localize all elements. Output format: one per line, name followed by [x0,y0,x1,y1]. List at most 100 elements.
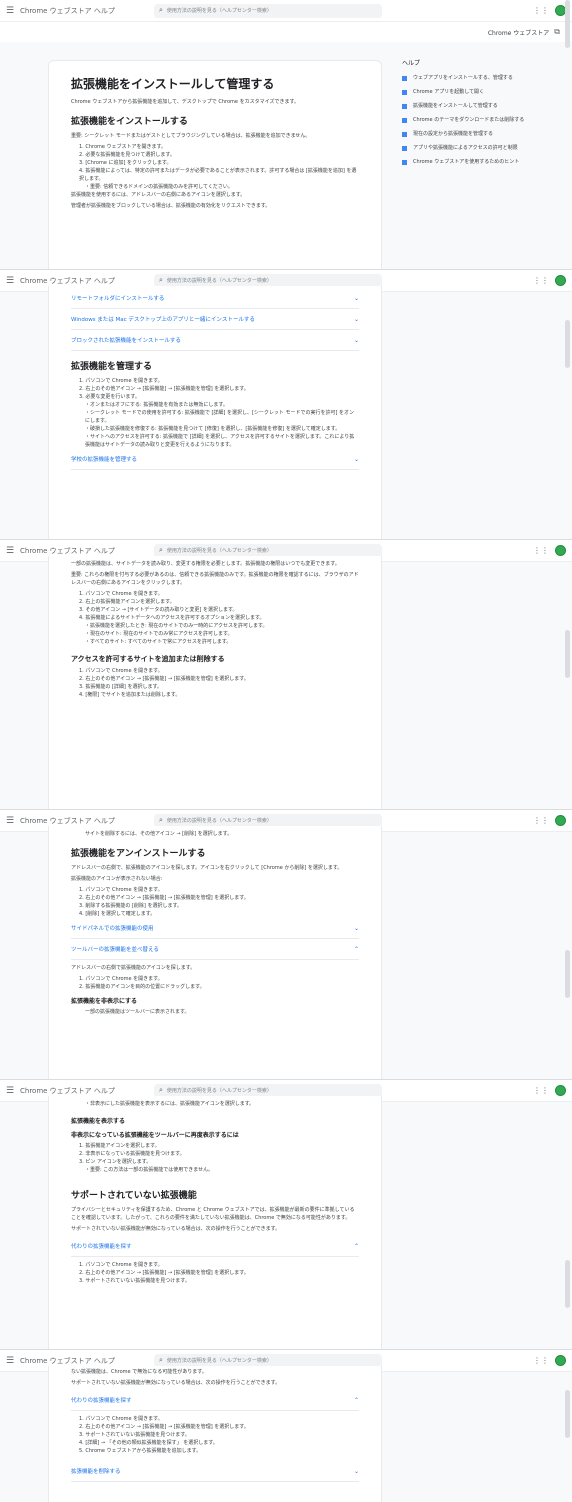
step: 2. 右上のその他アイコン → [拡張機能] → [拡張機能を管理] を選択しま… [79,386,249,392]
avatar[interactable] [555,275,566,286]
sidebar-title: ヘルプ [402,60,421,67]
expander[interactable]: サイドパネルでの拡張機能の使用 ⌄ [71,918,359,939]
sub-step: ・非表示にした拡張機能を表示するには、拡張機能アイコンを選択します。 [85,1101,255,1107]
step: 4. 拡張機能によっては、特定の許可またはデータが必要であることが表示されます。… [79,168,357,182]
sub-step: ・オンまたはオフにする: 拡張機能を有効または無効にします。 [85,402,228,408]
doc-icon [402,118,407,123]
sidebar-item[interactable]: 拡張機能をインストールして管理する [402,103,532,110]
search-placeholder: 使用方法の説明を見る（ヘルプセンター検索） [166,1358,272,1364]
menu-icon[interactable]: ☰ [6,1086,16,1096]
step: 3. サポートされていない拡張機能を見つけます。 [79,1278,190,1284]
sub-step: ・重要: この方法は一部の拡張機能では使用できません。 [85,1167,214,1173]
step: 3. 拡張機能の [詳細] を選択します。 [79,684,162,690]
frame-2: ☰ Chrome ウェブストア ヘルプ ⌕ 使用方法の説明を見る（ヘルプセンター… [0,270,572,540]
top-bar: ☰ Chrome ウェブストア ヘルプ ⌕ 使用方法の説明を見る（ヘルプセンター… [0,0,572,22]
menu-icon[interactable]: ☰ [6,276,16,286]
menu-icon[interactable]: ☰ [6,546,16,556]
step: 2. 右上の拡張機能アイコンを選択します。 [79,599,175,605]
expander[interactable]: リモートフォルダにインストールする ⌄ [71,288,359,309]
chevron-down-icon: ⌄ [353,315,359,323]
search-icon: ⌕ [159,816,163,824]
section-heading: 拡張機能をインストールする [71,117,188,127]
step: 1. パソコンで Chrome を開きます。 [79,1262,163,1268]
scrollbar[interactable] [565,0,570,48]
apps-icon[interactable]: ⋮⋮ [533,546,549,555]
sidebar-item[interactable]: 現在の設定から拡張機能を管理する [402,131,532,138]
avatar[interactable] [555,1355,566,1366]
breadcrumb-link[interactable]: Chrome ウェブストア [488,28,549,37]
expander[interactable]: Windows または Mac デスクトップ上のアプリと一緒にインストールする ⌄ [71,309,359,330]
search-placeholder: 使用方法の説明を見る（ヘルプセンター検索） [166,1088,272,1094]
step: 1. パソコンで Chrome を開きます。 [79,668,163,674]
step: 1. パソコンで Chrome を開きます。 [79,1416,163,1422]
avatar[interactable] [555,1085,566,1096]
avatar[interactable] [555,815,566,826]
sidebar-item[interactable]: アプリや拡張機能によるアクセスの許可と制限 [402,145,532,152]
frame-4: ☰ Chrome ウェブストア ヘルプ ⌕ 使用方法の説明を見る（ヘルプセンター… [0,810,572,1080]
note-text: 重要: これらの権限を付与する必要があるのは、信頼できる拡張機能のみです。拡張機… [71,572,359,586]
app-title[interactable]: Chrome ウェブストア ヘルプ [20,1356,140,1366]
apps-icon[interactable]: ⋮⋮ [533,6,549,15]
step: 1. パソコンで Chrome を開きます。 [79,378,163,384]
app-title[interactable]: Chrome ウェブストア ヘルプ [20,816,140,826]
article-card: ・非表示にした拡張機能を表示するには、拡張機能アイコンを選択します。 拡張機能を… [48,1096,382,1349]
search-icon: ⌕ [159,276,163,284]
step: 3. 必要な変更を行います。 [79,394,140,400]
step: 2. 右上のその他アイコン → [拡張機能] → [拡張機能を管理] を選択しま… [79,1424,249,1430]
body-text: プライバシーとセキュリティを保護するため、Chrome と Chrome ウェブ… [71,1207,355,1221]
apps-icon[interactable]: ⋮⋮ [533,1356,549,1365]
app-title[interactable]: Chrome ウェブストア ヘルプ [20,276,140,286]
search-input[interactable]: ⌕ 使用方法の説明を見る（ヘルプセンター検索） [154,3,382,18]
expander[interactable]: 代わりの拡張機能を探す ⌃ [71,1390,359,1411]
body-text: アドレスバーの右側で拡張機能のアイコンを探します。 [71,965,196,971]
body-text: 一部の拡張機能は、サイトデータを読み取り、変更する権限を必要とします。拡張機能の… [71,561,340,567]
sidebar-item[interactable]: Chrome のテーマをダウンロードまたは削除する [402,117,532,124]
chevron-down-icon: ⌄ [353,294,359,302]
scrollbar[interactable] [565,1260,570,1308]
scrollbar[interactable] [565,1390,570,1438]
step: 2. 右上のその他アイコン → [拡張機能] → [拡張機能を管理] を選択しま… [79,676,249,682]
subsection-heading: アクセスを許可するサイトを追加または削除する [71,655,225,663]
section-heading: 拡張機能をアンインストールする [71,849,206,859]
sidebar-item[interactable]: ウェブアプリをインストールする、管理する [402,75,532,82]
expander[interactable]: 代わりの拡張機能を探す ⌃ [71,1236,359,1257]
doc-icon [402,104,407,109]
step: 3. サポートされていない拡張機能を見つけます。 [79,1432,190,1438]
body-text: 拡張機能のアイコンが表示されない場合: [71,876,163,882]
sub-step: ・重要: 信頼できるドメインの拡張機能のみを許可してください。 [85,184,233,190]
sub-step: ・すべてのサイト: すべてのサイトで常にアクセスを許可します。 [85,639,232,645]
app-title[interactable]: Chrome ウェブストア ヘルプ [20,546,140,556]
sidebar-item[interactable]: Chrome ウェブストアを使用するためのヒント [402,159,532,166]
article-card: リモートフォルダにインストールする ⌄ Windows または Mac デスクトッ… [48,286,382,539]
expander[interactable]: ツールバーの拡張機能を並べ替える ⌃ [71,939,359,960]
menu-icon[interactable]: ☰ [6,1356,16,1366]
app-title[interactable]: Chrome ウェブストア ヘルプ [20,1086,140,1096]
menu-icon[interactable]: ☰ [6,6,16,16]
sub-step: ・サイトへのアクセスを許可する: 拡張機能で [詳細] を選択し、アクセスを許可… [85,434,355,448]
scrollbar[interactable] [565,630,570,678]
apps-icon[interactable]: ⋮⋮ [533,816,549,825]
apps-icon[interactable]: ⋮⋮ [533,276,549,285]
step: 3. 削除する拡張機能の [削除] を選択します。 [79,903,182,909]
page-title: 拡張機能をインストールして管理する [71,77,275,91]
help-sidebar: ヘルプ ウェブアプリをインストールする、管理する Chrome アプリを起動して… [402,58,532,173]
body-text: サポートされていない拡張機能が無効になっている場合は、次の操作を行うことができま… [71,1226,281,1232]
expander[interactable]: 学校の拡張機能を管理する ⌄ [71,449,359,470]
expander[interactable]: 拡張機能を削除する ⌄ [71,1461,359,1482]
search-icon: ⌕ [159,6,163,14]
scrollbar[interactable] [565,320,570,368]
sidebar-item[interactable]: Chrome アプリを起動して開く [402,89,532,96]
open-external-icon[interactable]: ⧉ [554,27,560,37]
step: 1. 拡張機能アイコンを選択します。 [79,1143,160,1149]
search-placeholder: 使用方法の説明を見る（ヘルプセンター検索） [166,818,272,824]
search-placeholder: 使用方法の説明を見る（ヘルプセンター検索） [166,548,272,554]
apps-icon[interactable]: ⋮⋮ [533,1086,549,1095]
frame-6: ☰ Chrome ウェブストア ヘルプ ⌕ 使用方法の説明を見る（ヘルプセンター… [0,1350,572,1502]
avatar[interactable] [555,545,566,556]
scrollbar[interactable] [565,950,570,998]
search-placeholder: 使用方法の説明を見る（ヘルプセンター検索） [166,8,272,14]
menu-icon[interactable]: ☰ [6,816,16,826]
app-title[interactable]: Chrome ウェブストア ヘルプ [20,6,140,16]
expander[interactable]: ブロックされた拡張機能をインストールする ⌄ [71,330,359,351]
chevron-down-icon: ⌄ [353,336,359,344]
